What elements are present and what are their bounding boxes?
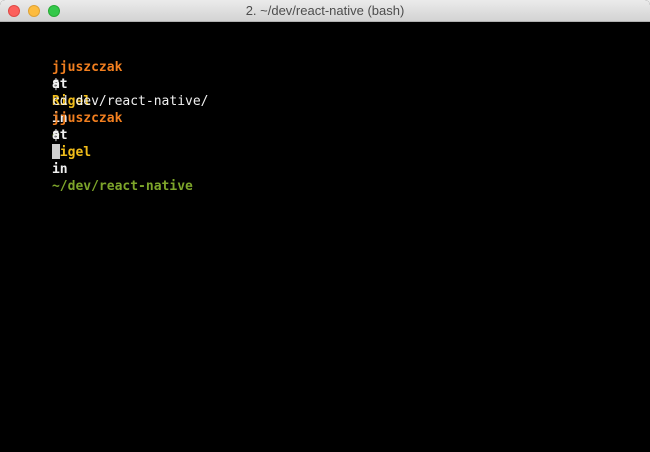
prompt-symbol: $ (51, 128, 60, 143)
prompt-user: jjuszczak (51, 111, 123, 126)
title-bar[interactable]: 2. ~/dev/react-native (bash) (0, 0, 650, 22)
prompt-symbol: $ (51, 77, 60, 92)
window-title: 2. ~/dev/react-native (bash) (245, 3, 405, 18)
maximize-icon[interactable] (48, 5, 60, 17)
minimize-icon[interactable] (28, 5, 40, 17)
prompt-path: ~/dev/react-native (51, 179, 193, 194)
text-cursor (51, 144, 60, 159)
terminal-output[interactable]: jjuszczak at Rigel in ~ $ cd dev/react-n… (0, 22, 650, 452)
terminal-window: 2. ~/dev/react-native (bash) jjuszczak a… (0, 0, 650, 452)
close-icon[interactable] (8, 5, 20, 17)
active-command-line[interactable]: $ (5, 110, 60, 178)
